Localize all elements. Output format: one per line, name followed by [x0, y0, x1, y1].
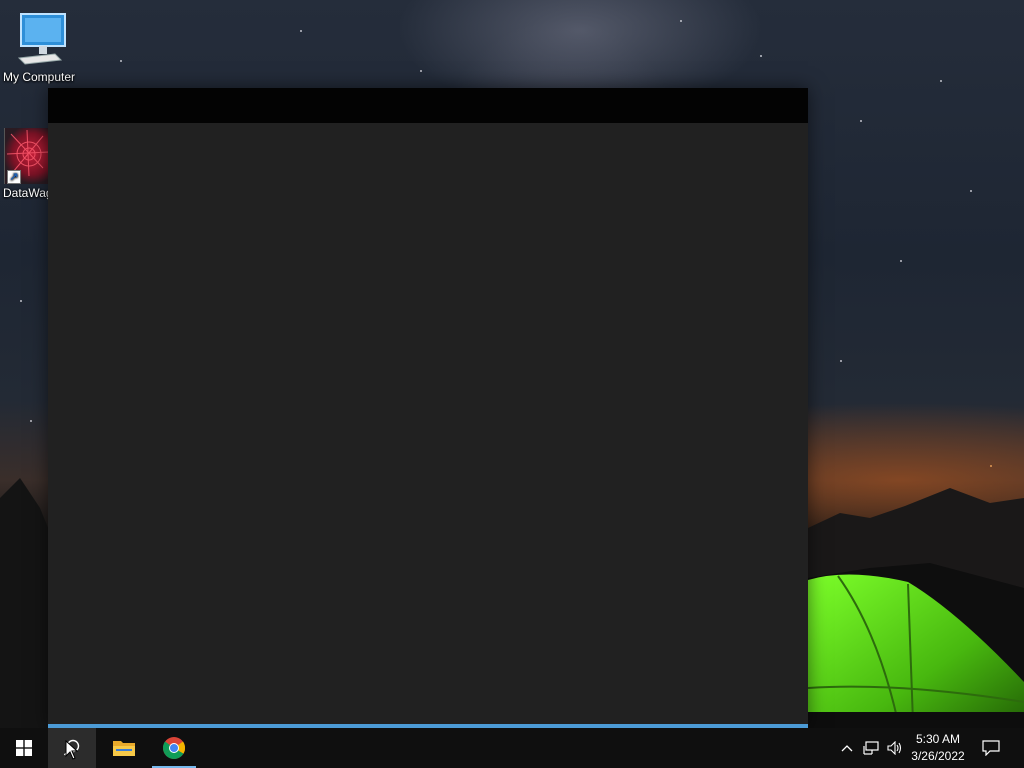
- folder-icon: [113, 741, 135, 756]
- chrome-icon: [162, 737, 186, 759]
- taskbar-clock[interactable]: 5:30 AM 3/26/2022: [906, 728, 970, 768]
- computer-icon: [17, 13, 66, 65]
- notification-icon: [982, 740, 1000, 756]
- desktop-icon-datawag[interactable]: ↗ DataWag: [0, 128, 49, 200]
- taskbar: 5:30 AM 3/26/2022: [0, 728, 1024, 768]
- chrome-taskbar-button[interactable]: [150, 728, 198, 768]
- shortcut-arrow-icon: ↗: [7, 170, 21, 184]
- datawag-app-icon: ↗: [4, 128, 49, 184]
- network-button[interactable]: [860, 728, 882, 768]
- network-icon: [863, 741, 879, 755]
- chevron-up-icon: [841, 745, 853, 752]
- file-explorer-button[interactable]: [100, 728, 148, 768]
- window-content-area[interactable]: [48, 123, 808, 723]
- action-center-button[interactable]: [976, 728, 1006, 768]
- volume-icon: [887, 741, 902, 755]
- tent-image: [808, 574, 1024, 728]
- show-hidden-icons-button[interactable]: [836, 728, 858, 768]
- volume-button[interactable]: [884, 728, 906, 768]
- window-titlebar[interactable]: [48, 88, 808, 123]
- desktop-icon-label: My Computer: [2, 70, 76, 84]
- start-button[interactable]: [0, 728, 48, 768]
- desktop-icon-my-computer[interactable]: My Computer: [0, 10, 78, 84]
- clock-time: 5:30 AM: [915, 732, 961, 746]
- app-window[interactable]: [48, 88, 808, 728]
- clock-date: 3/26/2022: [911, 749, 965, 763]
- windows-logo-icon: [16, 740, 32, 756]
- mouse-cursor-icon: [65, 740, 79, 760]
- desktop-icon-label: DataWag: [3, 186, 48, 200]
